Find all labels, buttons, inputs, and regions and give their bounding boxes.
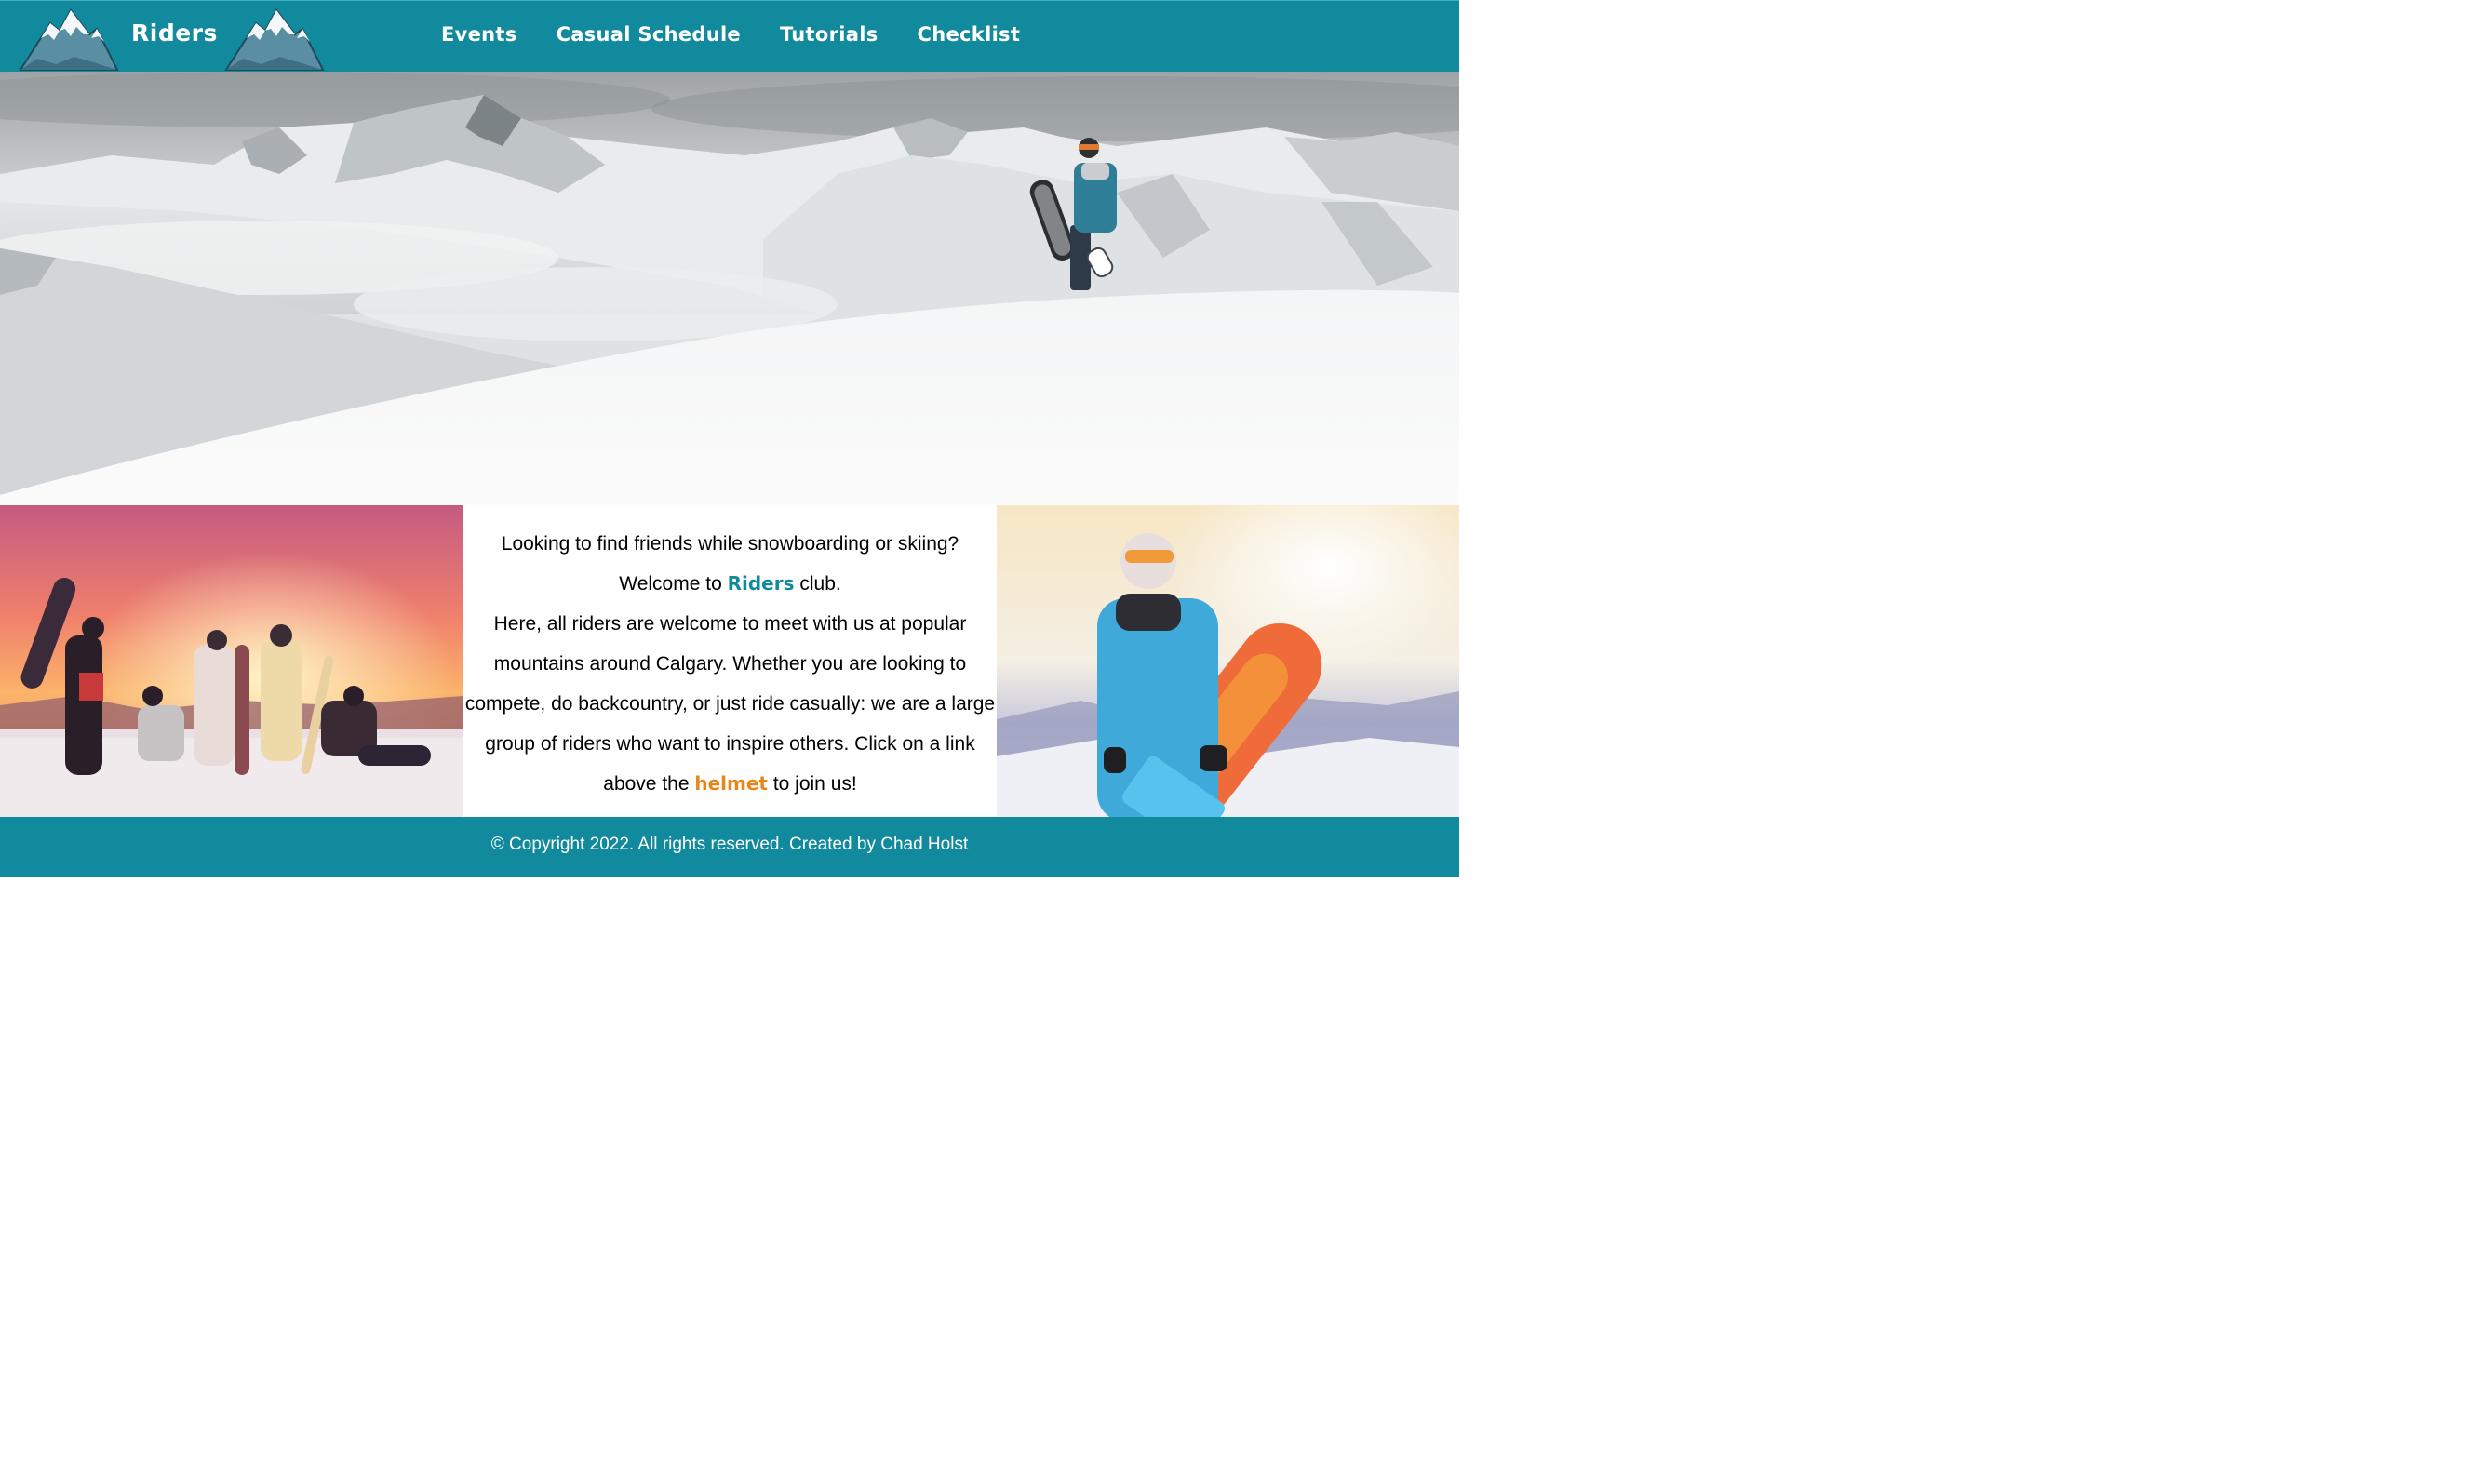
snowboarder-photo [997, 505, 1459, 817]
main-nav: Events Casual Schedule Tutorials Checkli… [441, 23, 1059, 46]
brand-name[interactable]: Riders [131, 20, 218, 47]
hero-image [0, 72, 1459, 505]
intro-line-1: Looking to find friends while snowboardi… [501, 533, 959, 555]
copyright-text: © Copyright 2022. All rights reserved. C… [490, 835, 969, 854]
intro-welcome: Welcome to Riders club. [463, 564, 997, 604]
site-footer: © Copyright 2022. All rights reserved. C… [0, 817, 1459, 877]
mountain-logo-icon[interactable] [19, 7, 119, 72]
helmet-link[interactable]: helmet [694, 772, 768, 795]
welcome-brand: Riders [727, 572, 795, 595]
group-of-riders-at-sunset [0, 505, 463, 817]
welcome-prefix: Welcome to [619, 573, 722, 595]
mountain-logo-icon[interactable] [224, 7, 325, 72]
group-photo [0, 505, 463, 817]
intro-body: Here, all riders are welcome to meet wit… [463, 604, 997, 804]
intro-body-2: to join us! [772, 773, 857, 795]
hero-mountain-scene [0, 72, 1459, 505]
nav-link-checklist[interactable]: Checklist [918, 23, 1021, 46]
intro-body-1: Here, all riders are welcome to meet wit… [464, 613, 996, 795]
welcome-suffix: club. [799, 573, 841, 595]
snowboarder-holding-orange-board [997, 505, 1459, 817]
nav-link-events[interactable]: Events [441, 23, 517, 46]
site-header: Riders Events Casual Schedule Tutorials … [0, 0, 1459, 72]
nav-link-tutorials[interactable]: Tutorials [780, 23, 879, 46]
nav-link-casual-schedule[interactable]: Casual Schedule [557, 23, 741, 46]
intro-text: Looking to find friends while snowboardi… [463, 505, 997, 817]
